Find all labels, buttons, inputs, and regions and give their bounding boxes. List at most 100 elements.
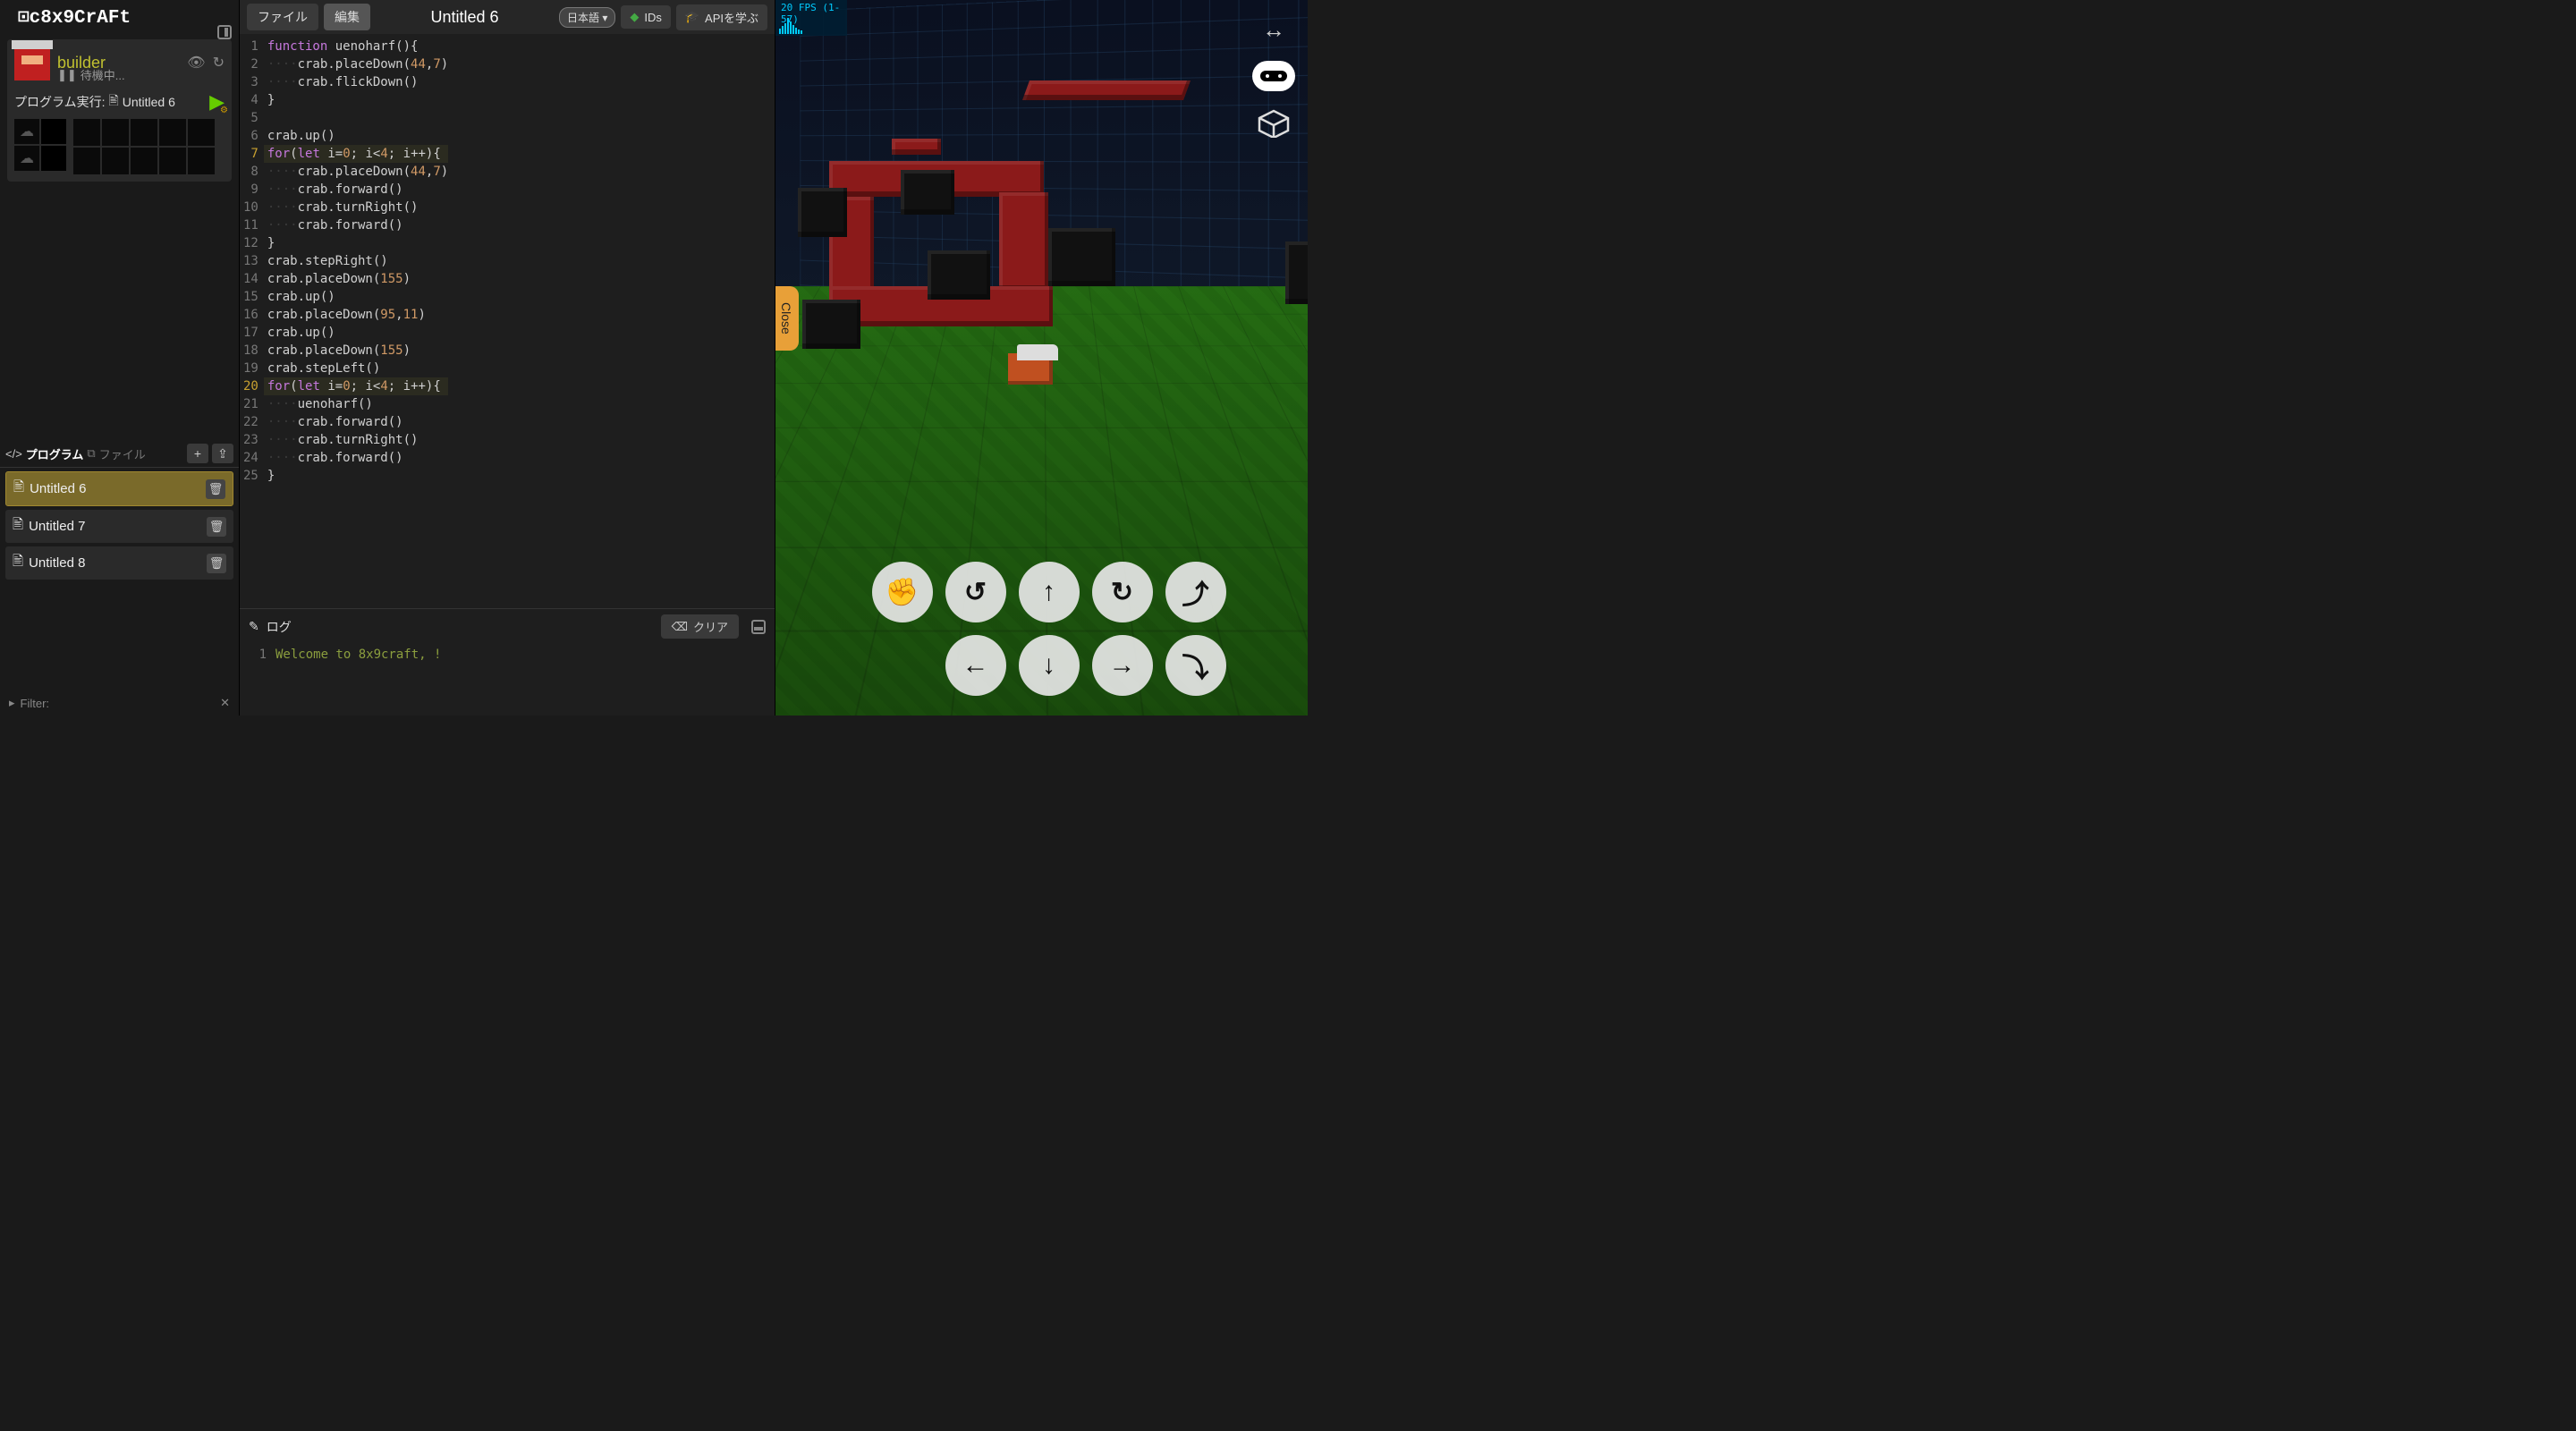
inventory-slot[interactable] bbox=[131, 148, 157, 174]
line-number: 10 bbox=[243, 199, 258, 216]
code-line[interactable]: ····crab.placeDown(44,7) bbox=[267, 55, 448, 73]
reload-icon[interactable]: ↻ bbox=[213, 54, 225, 72]
clear-filter-icon[interactable]: ✕ bbox=[220, 696, 230, 710]
code-line[interactable]: crab.stepLeft() bbox=[267, 360, 448, 377]
edit-menu[interactable]: 編集 bbox=[324, 4, 370, 30]
language-select[interactable]: 日本語 ▾ bbox=[559, 7, 615, 28]
code-line[interactable]: } bbox=[267, 91, 448, 109]
tab-file[interactable]: ファイル bbox=[99, 445, 146, 462]
code-line[interactable]: ····crab.forward() bbox=[267, 449, 448, 467]
code-line[interactable]: ····crab.placeDown(44,7) bbox=[267, 163, 448, 181]
program-item[interactable]: 🖹Untitled 6🗑 bbox=[5, 471, 233, 506]
code-line[interactable]: ····crab.turnRight() bbox=[267, 199, 448, 216]
inventory-slot[interactable] bbox=[188, 148, 215, 174]
code-line[interactable]: crab.placeDown(155) bbox=[267, 342, 448, 360]
tab-program[interactable]: プログラム bbox=[26, 445, 84, 462]
log-title: ログ bbox=[267, 618, 292, 636]
code-line[interactable]: } bbox=[267, 234, 448, 252]
code-line[interactable]: ····crab.forward() bbox=[267, 413, 448, 431]
inventory-slot[interactable]: ☁ bbox=[14, 146, 39, 171]
gear-icon[interactable]: ⚙ bbox=[220, 106, 228, 115]
turn-right-button[interactable]: ↻ bbox=[1092, 562, 1153, 622]
inventory-slot[interactable] bbox=[159, 119, 186, 146]
clear-log-button[interactable]: ⌫クリア bbox=[661, 614, 739, 639]
line-number: 19 bbox=[243, 360, 258, 377]
line-number: 11 bbox=[243, 216, 258, 234]
program-item[interactable]: 🖹Untitled 8🗑 bbox=[5, 546, 233, 580]
file-icon: 🖹 bbox=[13, 515, 23, 538]
grab-button[interactable]: ✊ bbox=[872, 562, 933, 622]
pause-icon: ❚❚ bbox=[57, 68, 77, 82]
inventory-slot[interactable] bbox=[131, 119, 157, 146]
inventory-slot[interactable] bbox=[159, 148, 186, 174]
code-line[interactable] bbox=[267, 109, 448, 127]
code-line[interactable]: ····crab.flickDown() bbox=[267, 73, 448, 91]
ids-button[interactable]: ◆IDs bbox=[621, 5, 671, 29]
move-up-button[interactable]: ↑ bbox=[1019, 562, 1080, 622]
learn-api-button[interactable]: 🎓APIを学ぶ bbox=[676, 4, 767, 30]
filter-icon: ▸ bbox=[9, 696, 15, 710]
inventory-slot[interactable] bbox=[41, 146, 66, 171]
line-number: 23 bbox=[243, 431, 258, 449]
line-number: 5 bbox=[243, 109, 258, 127]
line-number: 24 bbox=[243, 449, 258, 467]
add-program-button[interactable]: + bbox=[187, 444, 208, 463]
inventory-slot[interactable] bbox=[41, 119, 66, 144]
line-number: 6 bbox=[243, 127, 258, 145]
line-number: 9 bbox=[243, 181, 258, 199]
jump-down-button[interactable]: ⤵ bbox=[1165, 635, 1226, 696]
code-line[interactable]: ····uenoharf() bbox=[267, 395, 448, 413]
code-line[interactable]: crab.placeDown(155) bbox=[267, 270, 448, 288]
run-button[interactable]: ▶⚙ bbox=[209, 90, 225, 114]
move-right-button[interactable]: → bbox=[1092, 635, 1153, 696]
inventory-slot[interactable] bbox=[102, 119, 129, 146]
program-name: Untitled 7 bbox=[29, 519, 85, 534]
code-line[interactable]: crab.up() bbox=[267, 127, 448, 145]
jump-up-button[interactable]: ⤴ bbox=[1165, 562, 1226, 622]
turn-left-button[interactable]: ↺ bbox=[945, 562, 1006, 622]
inventory-slot[interactable]: ☁ bbox=[14, 119, 39, 144]
resize-icon[interactable]: ↔ bbox=[1252, 14, 1295, 45]
filter-label: Filter: bbox=[21, 697, 50, 710]
delete-button[interactable]: 🗑 bbox=[207, 517, 226, 537]
code-line[interactable]: crab.stepRight() bbox=[267, 252, 448, 270]
line-number: 22 bbox=[243, 413, 258, 431]
inventory-slot[interactable] bbox=[73, 148, 100, 174]
code-line[interactable]: for(let i=0; i<4; i++){ bbox=[264, 145, 448, 163]
program-name: Untitled 8 bbox=[29, 555, 85, 571]
close-tab[interactable]: Close bbox=[775, 286, 799, 351]
code-editor[interactable]: 1234567891011121314151617181920212223242… bbox=[240, 34, 775, 608]
inventory-slot[interactable] bbox=[73, 119, 100, 146]
program-item[interactable]: 🖹 Untitled 7 🗑 bbox=[5, 510, 233, 543]
move-left-button[interactable]: ← bbox=[945, 635, 1006, 696]
gamepad-icon[interactable] bbox=[1252, 61, 1295, 91]
inventory-slot[interactable] bbox=[102, 148, 129, 174]
line-number: 14 bbox=[243, 270, 258, 288]
code-line[interactable]: ····crab.forward() bbox=[267, 216, 448, 234]
delete-button[interactable]: 🗑 bbox=[206, 479, 225, 499]
code-line[interactable]: crab.up() bbox=[267, 324, 448, 342]
package-icon[interactable] bbox=[1252, 107, 1295, 138]
collapse-left-icon[interactable] bbox=[217, 25, 232, 39]
code-line[interactable]: for(let i=0; i<4; i++){ bbox=[264, 377, 448, 395]
collapse-log-icon[interactable] bbox=[751, 620, 766, 634]
upload-button[interactable]: ⇪ bbox=[212, 444, 233, 463]
builder-card: builder 👁 ↻ ❚❚ 待機中... プログラム実行: 🖹 Untitle… bbox=[7, 39, 232, 182]
file-icon: 🖹 bbox=[13, 478, 24, 500]
code-line[interactable]: ····crab.turnRight() bbox=[267, 431, 448, 449]
code-line[interactable]: crab.up() bbox=[267, 288, 448, 306]
code-line[interactable]: function uenoharf(){ bbox=[267, 38, 448, 55]
agent-character bbox=[1008, 353, 1053, 385]
move-down-button[interactable]: ↓ bbox=[1019, 635, 1080, 696]
delete-button[interactable]: 🗑 bbox=[207, 554, 226, 573]
code-line[interactable]: ····crab.forward() bbox=[267, 181, 448, 199]
eye-icon[interactable]: 👁 bbox=[187, 54, 205, 72]
inventory-slot[interactable] bbox=[188, 119, 215, 146]
viewport-3d[interactable]: 20 FPS (1-57) Close ↔ ✊ ↺ ↑ ↻ ⤴ ← ↓ → ⤵ bbox=[775, 0, 1308, 716]
code-line[interactable]: } bbox=[267, 467, 448, 485]
line-number: 12 bbox=[243, 234, 258, 252]
code-line[interactable]: crab.placeDown(95,11) bbox=[267, 306, 448, 324]
line-number: 2 bbox=[243, 55, 258, 73]
file-menu[interactable]: ファイル bbox=[247, 4, 318, 30]
fps-counter: 20 FPS (1-57) bbox=[775, 0, 847, 36]
